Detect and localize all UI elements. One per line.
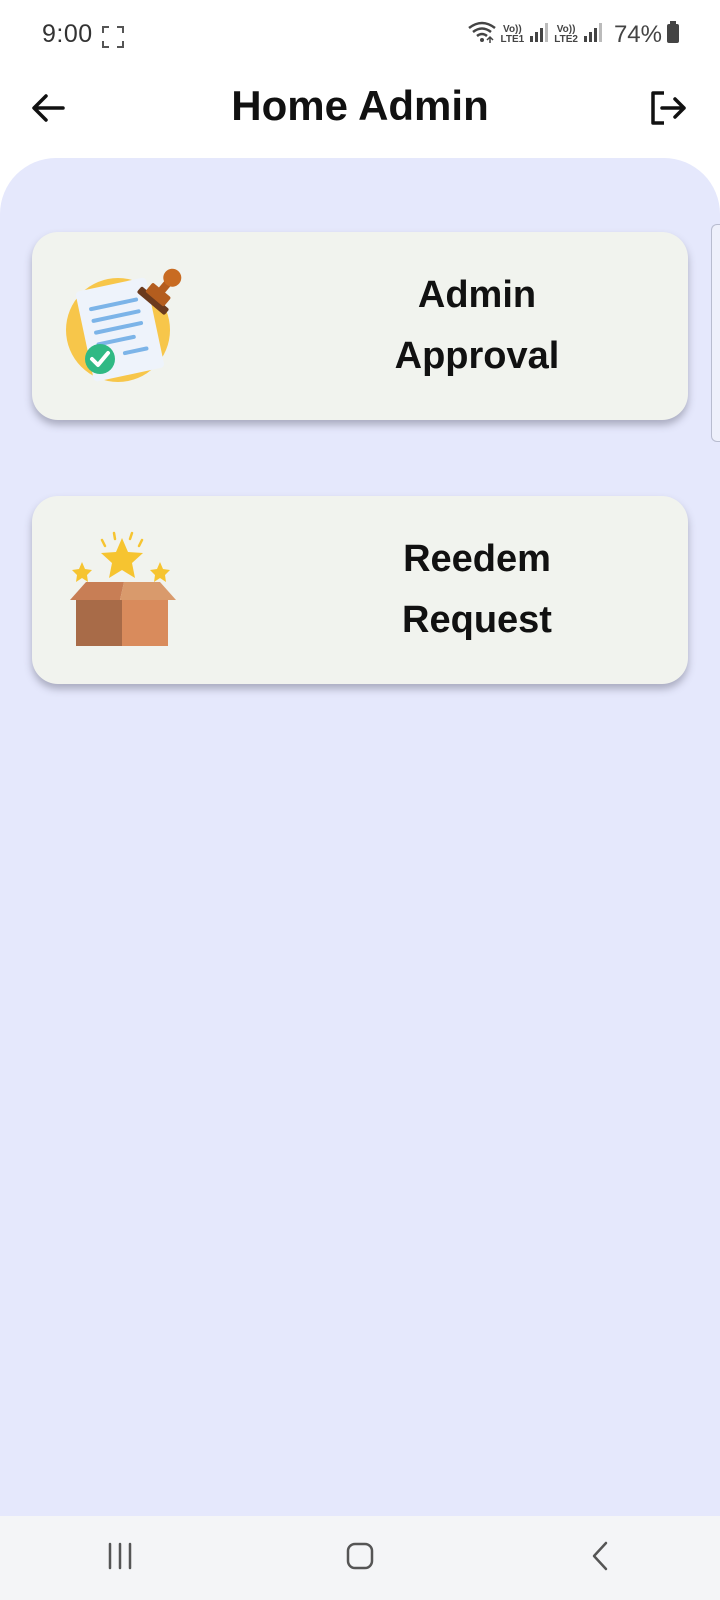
nav-back-button[interactable] [560, 1528, 640, 1588]
sim1-volte-label: Vo)) [503, 23, 522, 35]
document-stamp-icon [62, 266, 182, 386]
screen: 9:00 Vo)) LTE1 Vo)) LTE2 74% Home Admin … [0, 0, 720, 1600]
sim2-lte-indicator: Vo)) LTE2 [554, 23, 578, 45]
battery-percentage: 74% [613, 20, 662, 48]
scroll-indicator[interactable] [711, 224, 720, 442]
signal-icon [582, 21, 604, 48]
status-icons: Vo)) LTE1 Vo)) LTE2 74% [467, 20, 680, 49]
status-time: 9:00 [42, 20, 93, 48]
home-icon [345, 1541, 375, 1576]
battery-icon [666, 20, 680, 49]
logout-button[interactable] [646, 88, 690, 132]
card-title-line1: Reedem [403, 538, 551, 580]
recent-apps-icon [105, 1542, 135, 1575]
signal-icon [528, 21, 550, 48]
content-area: Admin Approval Reedem Request [0, 158, 720, 1516]
redeem-request-card[interactable]: Reedem Request [32, 496, 688, 684]
sim2-volte-label: Vo)) [556, 23, 576, 35]
status-bar: 9:00 Vo)) LTE1 Vo)) LTE2 74% [0, 0, 720, 72]
page-title: Home Admin [231, 82, 489, 129]
screenshot-icon [102, 26, 124, 53]
chevron-left-icon [589, 1541, 611, 1576]
recent-apps-button[interactable] [80, 1528, 160, 1588]
admin-approval-label: Admin Approval [292, 232, 662, 420]
wifi-icon [467, 20, 497, 49]
system-nav-bar [0, 1516, 720, 1600]
stars-box-icon [62, 530, 182, 650]
redeem-request-label: Reedem Request [292, 496, 662, 684]
home-button[interactable] [320, 1528, 400, 1588]
logout-icon [649, 90, 687, 131]
sim1-lte-indicator: Vo)) LTE1 [500, 23, 525, 45]
card-title-line2: Approval [394, 335, 560, 377]
card-title-line1: Admin [417, 274, 537, 316]
sim2-lte-label: LTE2 [554, 33, 578, 45]
card-title-line2: Request [402, 599, 552, 641]
app-bar: Home Admin [0, 72, 720, 158]
admin-approval-card[interactable]: Admin Approval [32, 232, 688, 420]
sim1-lte-label: LTE1 [500, 33, 525, 45]
